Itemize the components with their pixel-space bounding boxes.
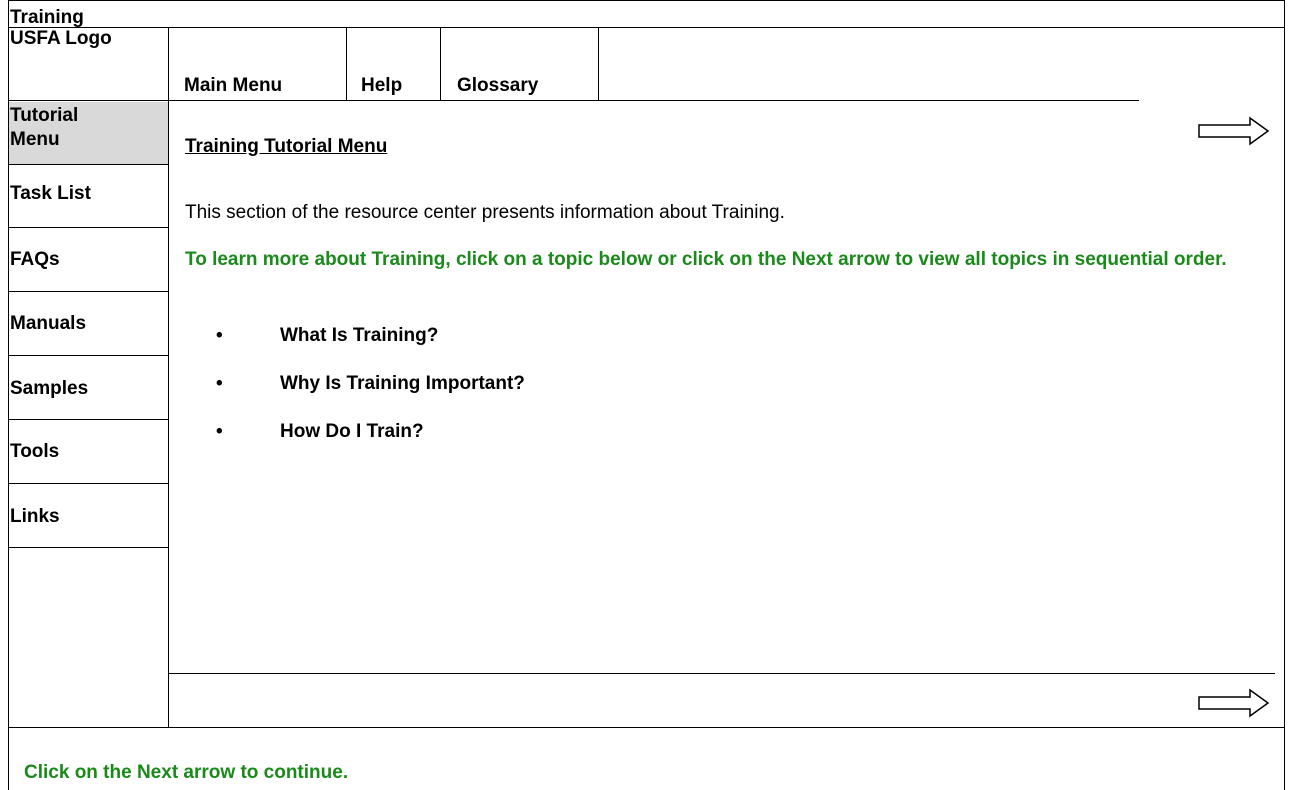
section-description: This section of the resource center pres… [185, 202, 785, 223]
frame-top-border [8, 0, 1285, 1]
nav-divider-2 [440, 27, 441, 101]
topic-label: How Do I Train? [280, 421, 424, 442]
sidebar-row-line-7 [8, 547, 168, 548]
sidebar-item-tutorial-menu[interactable]: Tutorial Menu [9, 102, 168, 164]
page-title[interactable]: Training Tutorial Menu [185, 136, 387, 158]
nav-divider-1 [346, 27, 347, 101]
title-divider [8, 27, 1285, 28]
sidebar-divider [168, 27, 169, 727]
bullet: • [216, 325, 223, 346]
window-title: Training [10, 7, 84, 28]
sidebar-row-line-6 [8, 483, 168, 484]
sidebar-item-samples[interactable]: Samples [10, 377, 88, 401]
bullet: • [216, 373, 223, 394]
frame-right-border [1284, 0, 1285, 790]
sidebar-item-manuals[interactable]: Manuals [10, 312, 86, 336]
sidebar-row-line-3 [8, 291, 168, 292]
next-arrow-bottom-icon[interactable] [1198, 688, 1270, 718]
header-divider [8, 100, 1139, 101]
topic-label: Why Is Training Important? [280, 373, 525, 394]
sidebar-item-label: FAQs [10, 249, 60, 270]
sidebar-item-label: Manuals [10, 313, 87, 334]
topic-label: What Is Training? [280, 325, 439, 346]
sidebar-item-label: Tutorial Menu [10, 105, 79, 150]
topic-how-do-i-train[interactable]: • How Do I Train? [216, 421, 424, 443]
main-menu-link[interactable]: Main Menu [184, 74, 282, 98]
sidebar-row-line-2 [8, 227, 168, 228]
topic-why-is-training-important[interactable]: • Why Is Training Important? [216, 373, 525, 395]
glossary-link[interactable]: Glossary [457, 74, 538, 98]
sidebar-item-tools[interactable]: Tools [10, 440, 59, 464]
instruction-text: To learn more about Training, click on a… [185, 249, 1227, 270]
sidebar-item-label: Tools [10, 441, 60, 462]
sidebar-row-line-5 [8, 419, 168, 420]
content-bottom-divider [168, 673, 1275, 674]
sidebar-item-label: Links [10, 506, 60, 527]
footer-divider [8, 727, 1285, 728]
sidebar-item-label: Samples [10, 378, 89, 399]
sidebar-item-faqs[interactable]: FAQs [10, 248, 60, 272]
sidebar-row-line-4 [8, 355, 168, 356]
next-arrow-top-icon[interactable] [1198, 116, 1270, 146]
bullet: • [216, 421, 223, 442]
sidebar-row-line-1 [8, 164, 168, 165]
usfa-logo: USFA Logo [10, 28, 112, 49]
nav-divider-3 [598, 27, 599, 101]
sidebar-item-label: Task List [10, 183, 91, 204]
sidebar-item-task-list[interactable]: Task List [10, 182, 91, 206]
sidebar-item-links[interactable]: Links [10, 505, 60, 529]
footer-instruction: Click on the Next arrow to continue. [24, 762, 349, 783]
topic-what-is-training[interactable]: • What Is Training? [216, 325, 438, 347]
help-link[interactable]: Help [361, 74, 402, 98]
